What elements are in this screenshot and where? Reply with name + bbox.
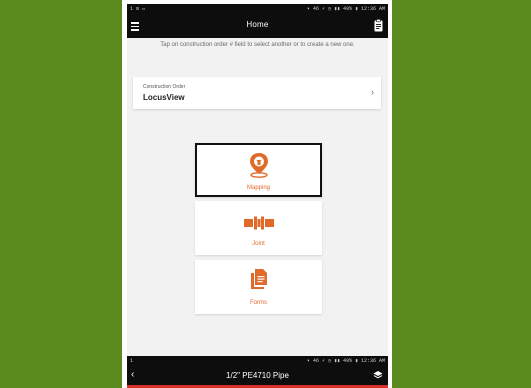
app-title: Home: [246, 20, 269, 29]
tile-mapping[interactable]: Mapping: [195, 143, 322, 197]
status-right: ▾ 46 ⚡ ◷ ▮▮ 49% ▮ 12:36 AM: [306, 6, 385, 12]
map-pin-icon: [249, 153, 268, 178]
pipe-joint-icon: [243, 216, 274, 230]
bottom-status-bar: 1 ▾ 46 ⚡ ◷ ▮▮ 49% ▮ 12:36 AM: [127, 356, 388, 366]
instruction-text: Tap on construction order # field to sel…: [160, 42, 355, 48]
tile-forms[interactable]: Forms: [195, 260, 322, 314]
app-bar: Home: [127, 14, 388, 38]
tile-joint[interactable]: Joint: [195, 201, 322, 255]
status-left: 1 ⊡ ▭: [130, 6, 146, 12]
layers-icon[interactable]: [373, 370, 383, 380]
chevron-right-icon: ›: [371, 87, 374, 97]
bottom-status-left: 1: [130, 358, 134, 364]
status-bar: 1 ⊡ ▭ ▾ 46 ⚡ ◷ ▮▮ 49% ▮ 12:36 AM: [127, 4, 388, 14]
construction-order-label: Construction Order: [143, 84, 186, 90]
forms-icon: [250, 269, 267, 289]
construction-order-field[interactable]: Construction Order LocusView ›: [133, 77, 381, 109]
device-screen: 1 ⊡ ▭ ▾ 46 ⚡ ◷ ▮▮ 49% ▮ 12:36 AM Home Ta…: [127, 4, 388, 388]
construction-order-value: LocusView: [143, 93, 185, 102]
bottom-status-right: ▾ 46 ⚡ ◷ ▮▮ 49% ▮ 12:36 AM: [306, 358, 385, 364]
bottom-app-bar: ‹ 1/2" PE4710 Pipe: [127, 366, 388, 385]
bottom-title: 1/2" PE4710 Pipe: [226, 371, 289, 380]
tile-label-mapping: Mapping: [246, 185, 270, 191]
tile-label-joint: Joint: [252, 241, 265, 247]
tile-label-forms: Forms: [250, 300, 267, 306]
clipboard-icon[interactable]: [374, 19, 383, 32]
